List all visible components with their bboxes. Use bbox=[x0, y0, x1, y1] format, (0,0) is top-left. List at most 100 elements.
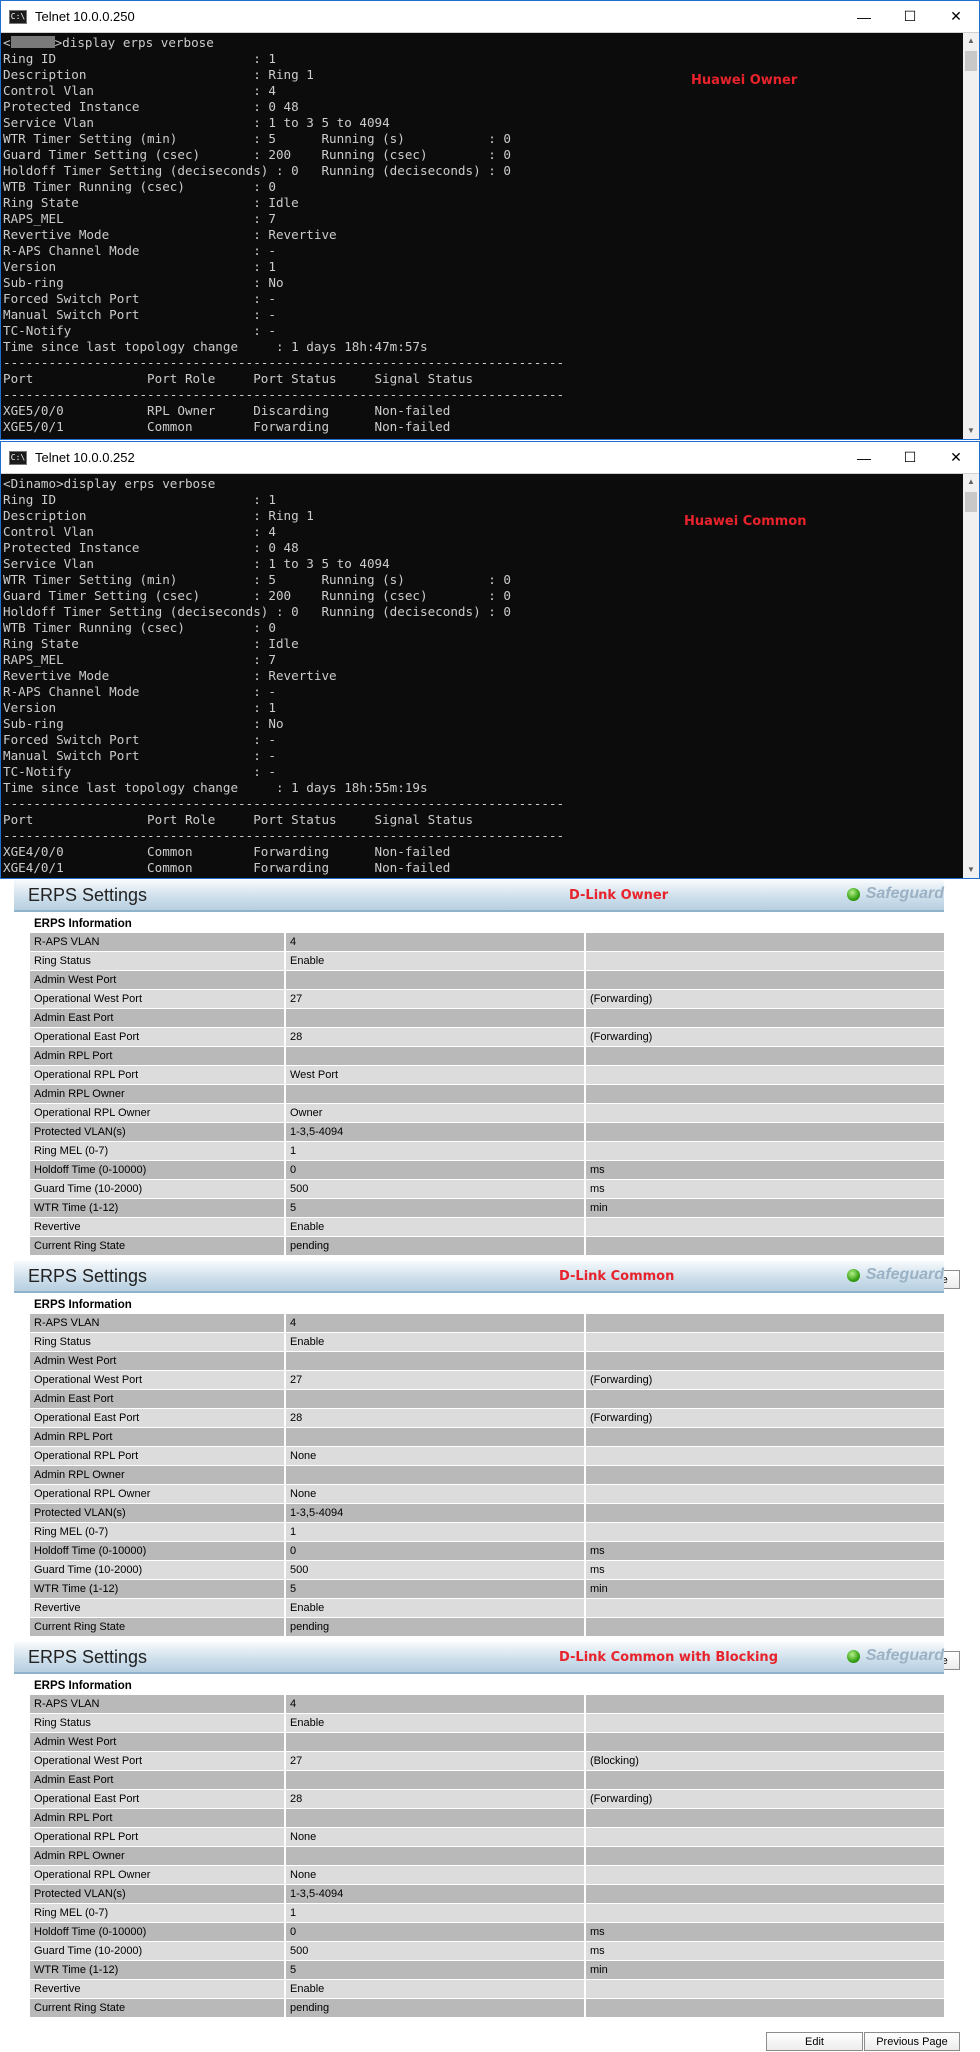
scroll-up-icon[interactable]: ▲ bbox=[963, 33, 979, 49]
field-extra bbox=[586, 1866, 944, 1884]
field-extra bbox=[586, 1447, 944, 1465]
field-label: Guard Time (10-2000) bbox=[30, 1942, 286, 1960]
field-value: 4 bbox=[286, 1314, 586, 1332]
device-label: Huawei Owner bbox=[691, 73, 798, 88]
field-extra bbox=[586, 1085, 944, 1103]
field-label: Ring MEL (0-7) bbox=[30, 1142, 286, 1160]
scroll-down-icon[interactable]: ▼ bbox=[963, 862, 979, 878]
table-row: Ring MEL (0-7) 1 bbox=[30, 1523, 944, 1542]
table-row: Ring MEL (0-7) 1 bbox=[30, 1904, 944, 1923]
field-value: 500 bbox=[286, 1180, 586, 1198]
field-label: Ring Status bbox=[30, 952, 286, 970]
terminal-line: TC-Notify : - bbox=[3, 764, 276, 779]
terminal-line: ----------------------------------------… bbox=[3, 828, 565, 843]
field-label: Admin RPL Owner bbox=[30, 1847, 286, 1865]
window-titlebar[interactable]: C:\ Telnet 10.0.0.252 — ☐ ✕ bbox=[1, 442, 979, 474]
scroll-thumb[interactable] bbox=[965, 492, 977, 512]
close-button[interactable]: ✕ bbox=[933, 442, 979, 473]
field-extra: ms bbox=[586, 1942, 944, 1960]
field-value: 1-3,5-4094 bbox=[286, 1123, 586, 1141]
scroll-down-icon[interactable]: ▼ bbox=[963, 423, 979, 439]
window-title: Telnet 10.0.0.252 bbox=[35, 450, 135, 465]
field-value bbox=[286, 1085, 586, 1103]
terminal-line: Protected Instance : 0 48 bbox=[3, 99, 299, 114]
table-row: Admin RPL Port bbox=[30, 1428, 944, 1447]
terminal-line: Manual Switch Port : - bbox=[3, 307, 276, 322]
minimize-button[interactable]: — bbox=[841, 1, 887, 32]
field-value: 5 bbox=[286, 1199, 586, 1217]
field-label: Admin East Port bbox=[30, 1009, 286, 1027]
field-extra bbox=[586, 1809, 944, 1827]
panel-header: ERPS Settings D-Link Common with Blocking… bbox=[14, 1642, 944, 1674]
field-label: Protected VLAN(s) bbox=[30, 1504, 286, 1522]
field-value bbox=[286, 1390, 586, 1408]
field-value bbox=[286, 1466, 586, 1484]
telnet-window-owner[interactable]: C:\ Telnet 10.0.0.250 — ☐ ✕ < >display er… bbox=[0, 0, 980, 440]
field-value: 5 bbox=[286, 1961, 586, 1979]
field-value: 500 bbox=[286, 1942, 586, 1960]
field-extra: (Forwarding) bbox=[586, 1790, 944, 1808]
minimize-button[interactable]: — bbox=[841, 442, 887, 473]
telnet-window-common[interactable]: C:\ Telnet 10.0.0.252 — ☐ ✕ <Dinamo>disp… bbox=[0, 441, 980, 879]
window-titlebar[interactable]: C:\ Telnet 10.0.0.250 — ☐ ✕ bbox=[1, 1, 979, 33]
device-label: Huawei Common bbox=[684, 514, 807, 529]
field-label: Ring Status bbox=[30, 1333, 286, 1351]
field-extra: (Blocking) bbox=[586, 1752, 944, 1770]
field-extra bbox=[586, 1123, 944, 1141]
table-row: Operational RPL Port None bbox=[30, 1828, 944, 1847]
field-extra: (Forwarding) bbox=[586, 1028, 944, 1046]
field-label: Ring Status bbox=[30, 1714, 286, 1732]
field-value: 27 bbox=[286, 1752, 586, 1770]
field-label: Operational RPL Port bbox=[30, 1828, 286, 1846]
field-extra: min bbox=[586, 1580, 944, 1598]
scroll-up-icon[interactable]: ▲ bbox=[963, 474, 979, 490]
field-value: 0 bbox=[286, 1923, 586, 1941]
table-row: Admin West Port bbox=[30, 971, 944, 990]
erps-panel: ERPS Settings D-Link Common Safeguard ERPS … bbox=[14, 1261, 960, 1671]
edit-button[interactable]: Edit bbox=[766, 2032, 863, 2051]
terminal-line: WTB Timer Running (csec) : 0 bbox=[3, 620, 276, 635]
table-row: Current Ring State pending bbox=[30, 1237, 944, 1256]
maximize-button[interactable]: ☐ bbox=[887, 442, 933, 473]
scroll-thumb[interactable] bbox=[965, 51, 977, 71]
field-label: Guard Time (10-2000) bbox=[30, 1180, 286, 1198]
terminal-body[interactable]: <Dinamo>display erps verbose Ring ID : 1… bbox=[1, 474, 979, 878]
field-value: pending bbox=[286, 1999, 586, 2017]
close-button[interactable]: ✕ bbox=[933, 1, 979, 32]
previous-page-button[interactable]: Previous Page bbox=[864, 2032, 960, 2051]
terminal-output: <Dinamo>display erps verbose Ring ID : 1… bbox=[3, 476, 961, 876]
terminal-lines: Ring ID : 1 Description : Ring 1 Control… bbox=[3, 492, 564, 875]
terminal-body[interactable]: < >display erps verbose Ring ID : 1 Descr… bbox=[1, 33, 979, 439]
field-value: 1 bbox=[286, 1904, 586, 1922]
field-extra bbox=[586, 1904, 944, 1922]
field-label: Operational East Port bbox=[30, 1409, 286, 1427]
panel-header: ERPS Settings D-Link Common Safeguard bbox=[14, 1261, 944, 1293]
vertical-scrollbar[interactable]: ▲ ▼ bbox=[963, 33, 979, 439]
terminal-line: Forced Switch Port : - bbox=[3, 291, 276, 306]
field-value: West Port bbox=[286, 1066, 586, 1084]
terminal-line: Sub-ring : No bbox=[3, 275, 284, 290]
table-row: R-APS VLAN 4 bbox=[30, 1314, 944, 1333]
table-row: Ring Status Enable bbox=[30, 952, 944, 971]
terminal-output: < >display erps verbose Ring ID : 1 Descr… bbox=[3, 35, 961, 435]
terminal-line: Control Vlan : 4 bbox=[3, 524, 276, 539]
field-label: Operational East Port bbox=[30, 1790, 286, 1808]
field-label: Admin West Port bbox=[30, 1733, 286, 1751]
field-label: Current Ring State bbox=[30, 1618, 286, 1636]
terminal-line: Sub-ring : No bbox=[3, 716, 284, 731]
field-label: Revertive bbox=[30, 1599, 286, 1617]
terminal-line: RAPS_MEL : 7 bbox=[3, 211, 276, 226]
maximize-button[interactable]: ☐ bbox=[887, 1, 933, 32]
field-value: 500 bbox=[286, 1561, 586, 1579]
vertical-scrollbar[interactable]: ▲ ▼ bbox=[963, 474, 979, 878]
field-value: 5 bbox=[286, 1580, 586, 1598]
terminal-line: Service Vlan : 1 to 3 5 to 4094 bbox=[3, 556, 390, 571]
safeguard-indicator: Safeguard bbox=[846, 1266, 944, 1284]
field-extra bbox=[586, 1714, 944, 1732]
terminal-line: XGE5/0/0 RPL Owner Discarding Non-failed bbox=[3, 403, 451, 418]
table-row: Operational East Port 28 (Forwarding) bbox=[30, 1790, 944, 1809]
field-label: Admin RPL Owner bbox=[30, 1466, 286, 1484]
terminal-line: Version : 1 bbox=[3, 259, 276, 274]
field-label: Operational RPL Owner bbox=[30, 1104, 286, 1122]
field-extra bbox=[586, 1980, 944, 1998]
